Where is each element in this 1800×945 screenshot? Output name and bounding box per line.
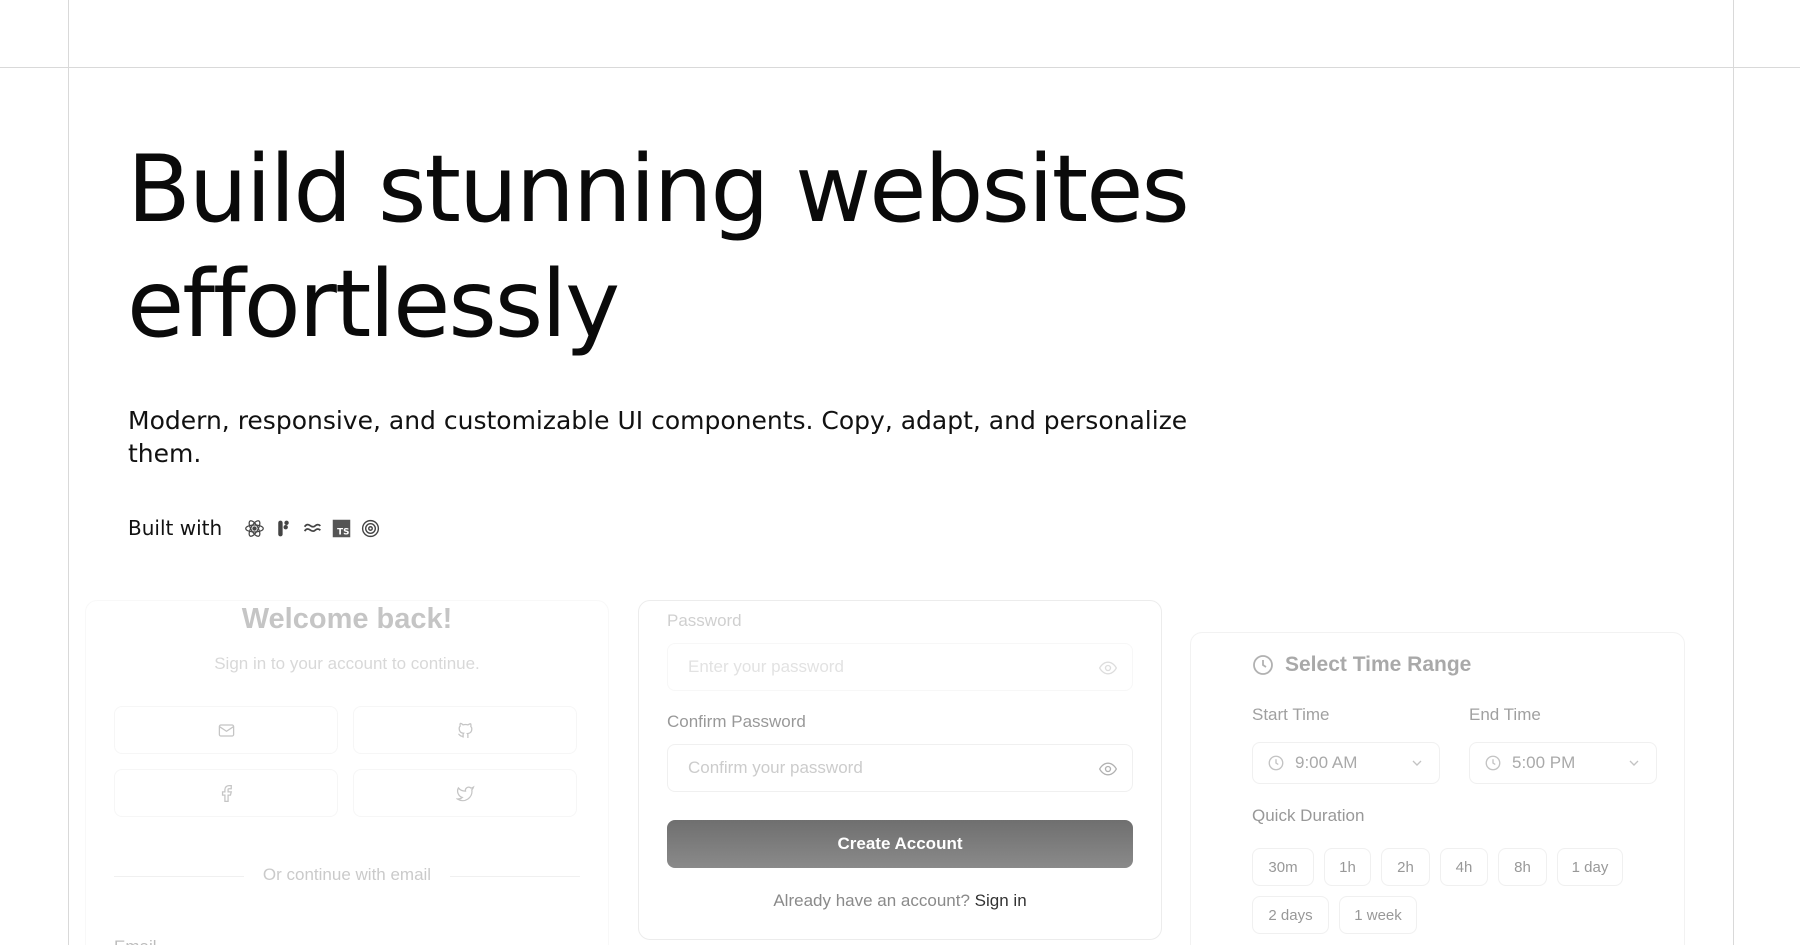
duration-chip[interactable]: 30m	[1252, 848, 1314, 886]
start-time-label: Start Time	[1252, 705, 1330, 724]
already-text: Already have an account?	[773, 891, 970, 910]
confirm-label: Confirm Password	[667, 712, 806, 731]
chevron-down-icon	[1629, 760, 1639, 766]
password-input[interactable]: Enter your password	[667, 643, 1133, 691]
end-time-select[interactable]: 5:00 PM	[1469, 742, 1657, 784]
hero-subtitle: Modern, responsive, and customizable UI …	[128, 404, 1188, 470]
duration-chip[interactable]: 1 week	[1339, 896, 1417, 934]
duration-chip[interactable]: 2h	[1381, 848, 1430, 886]
hero-title: Build stunning websites effortlessly	[127, 132, 1277, 362]
frame-line-top	[0, 67, 1800, 68]
login-title: Welcome back!	[241, 603, 453, 635]
duration-chip[interactable]: 1 day	[1557, 848, 1623, 886]
clock-icon	[1253, 655, 1273, 675]
frame-line-left	[68, 0, 69, 945]
login-card: Welcome back! Sign in to your account to…	[85, 600, 609, 945]
facebook-icon	[221, 784, 232, 802]
framer-motion-icon	[278, 520, 289, 536]
facebook-login-button[interactable]	[114, 769, 338, 817]
divider-right	[450, 876, 580, 877]
github-icon	[457, 722, 472, 738]
clock-icon	[1485, 755, 1501, 771]
already-row: Already have an account? Sign in	[639, 891, 1161, 911]
create-account-button[interactable]: Create Account	[667, 820, 1133, 868]
time-range-header: Select Time Range	[1251, 653, 1471, 677]
hero-title-line2: effortlessly	[127, 250, 620, 358]
signup-card: Password Enter your password Confirm Pas…	[638, 600, 1162, 940]
time-range-title: Select Time Range	[1285, 653, 1472, 676]
mail-icon	[218, 723, 234, 737]
duration-chip[interactable]: 1h	[1324, 848, 1371, 886]
confirm-input[interactable]: Confirm your password	[667, 744, 1133, 792]
hero-title-line1: Build stunning websites	[127, 135, 1190, 243]
password-label: Password	[667, 611, 742, 630]
tech-icons: TS	[244, 518, 381, 539]
built-with: Built with TS	[128, 514, 381, 542]
github-login-button[interactable]	[353, 706, 577, 754]
hero-subtitle-line2: them.	[128, 439, 202, 468]
shadcn-icon	[362, 519, 380, 537]
duration-chip[interactable]: 8h	[1498, 848, 1547, 886]
time-range-card: Select Time Range Start Time End Time 9:…	[1190, 632, 1685, 945]
sign-in-link[interactable]: Sign in	[975, 891, 1027, 910]
end-time-value: 5:00 PM	[1512, 753, 1576, 772]
chevron-down-icon	[1412, 760, 1422, 766]
frame-line-right	[1733, 0, 1734, 945]
start-time-select[interactable]: 9:00 AM	[1252, 742, 1440, 784]
hero-subtitle-line1: Modern, responsive, and customizable UI …	[128, 406, 1188, 435]
password-placeholder: Enter your password	[688, 657, 844, 676]
start-time-value: 9:00 AM	[1295, 753, 1358, 772]
end-time-label: End Time	[1469, 705, 1541, 724]
confirm-placeholder: Confirm your password	[688, 758, 863, 777]
twitter-login-button[interactable]	[353, 769, 577, 817]
duration-chip[interactable]: 4h	[1440, 848, 1488, 886]
quick-duration-label: Quick Duration	[1252, 806, 1365, 825]
mail-login-button[interactable]	[114, 706, 338, 754]
built-with-label: Built with	[128, 516, 223, 540]
svg-text:TS: TS	[337, 527, 349, 537]
twitter-icon	[455, 785, 475, 801]
typescript-icon: TS	[332, 519, 351, 537]
login-subtitle: Sign in to your account to continue.	[214, 654, 480, 673]
clock-icon	[1268, 755, 1284, 771]
eye-icon[interactable]	[1098, 759, 1118, 779]
email-label: Email	[114, 937, 157, 945]
duration-chip[interactable]: 2 days	[1252, 896, 1329, 934]
tailwind-icon	[304, 523, 322, 532]
react-icon	[245, 519, 265, 537]
divider-text: Or continue with email	[262, 865, 432, 884]
eye-icon[interactable]	[1098, 658, 1118, 678]
